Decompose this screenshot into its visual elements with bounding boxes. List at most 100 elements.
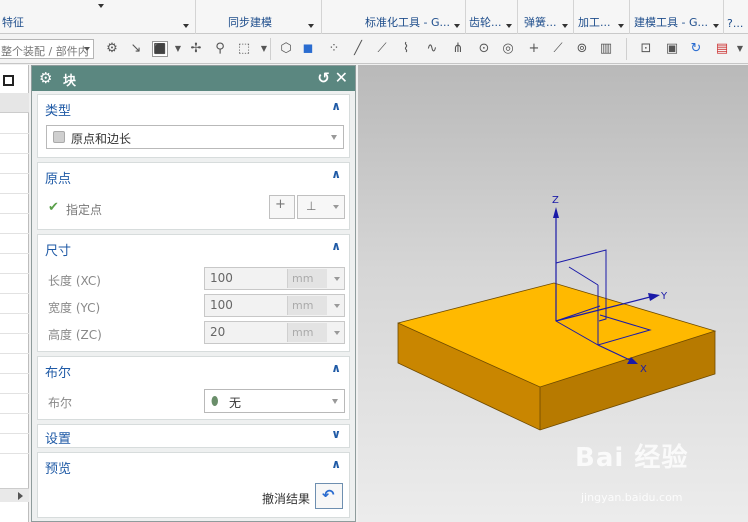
horizontal-scrollbar[interactable] bbox=[0, 488, 29, 502]
chevron-down-icon[interactable] bbox=[618, 24, 624, 28]
point-dialog-button[interactable]: + bbox=[269, 195, 295, 219]
chevron-down-icon[interactable] bbox=[332, 399, 338, 404]
point-on-curve-icon[interactable]: ⟋ bbox=[550, 41, 566, 57]
ribbon-group-label: 标准化工具 - G... bbox=[365, 16, 450, 29]
bounded-point-icon[interactable]: ▥ bbox=[598, 41, 614, 57]
surface-point-icon[interactable]: ⊚ bbox=[574, 41, 590, 57]
type-dropdown[interactable]: 原点和边长 bbox=[46, 125, 344, 149]
navigator-row-divider bbox=[0, 193, 29, 194]
ribbon-group-machining[interactable]: 加工... bbox=[574, 0, 630, 34]
ribbon-group-label: 齿轮... bbox=[469, 16, 502, 29]
window-square-icon[interactable] bbox=[3, 75, 14, 86]
select-face-icon[interactable]: ⚲ bbox=[212, 41, 228, 57]
type-section: 类型 ∧ 原点和边长 bbox=[37, 94, 350, 158]
cube-icon[interactable]: ◼ bbox=[300, 41, 316, 57]
preview-section-header[interactable]: 预览 ∧ bbox=[38, 453, 349, 479]
chevron-down-icon[interactable] bbox=[84, 47, 90, 51]
selection-scope-dropdown[interactable]: 整个装配 / 部件内 bbox=[0, 39, 94, 59]
navigator-row-divider bbox=[0, 413, 29, 414]
tangent-icon[interactable]: ⋔ bbox=[450, 41, 466, 57]
type-section-header[interactable]: 类型 ∧ bbox=[38, 95, 349, 121]
toolbar-divider bbox=[270, 38, 271, 60]
chevron-down-icon[interactable] bbox=[98, 4, 104, 8]
chevron-down-icon[interactable] bbox=[334, 304, 340, 308]
rotate-icon[interactable]: ↻ bbox=[688, 41, 704, 57]
chevron-down-icon[interactable] bbox=[454, 24, 460, 28]
width-field[interactable]: 100 mm bbox=[204, 294, 345, 317]
settings-section-label: 设置 bbox=[45, 432, 72, 447]
length-value: 100 bbox=[210, 271, 233, 285]
navigator-row-divider bbox=[0, 133, 29, 134]
quadrant-icon[interactable]: ◎ bbox=[500, 41, 516, 57]
gear-icon[interactable]: ⚙ bbox=[39, 69, 52, 87]
point-cloud-icon[interactable]: ⁘ bbox=[326, 41, 342, 57]
line-icon[interactable]: ╱ bbox=[350, 41, 366, 57]
snap-gear-icon[interactable]: ⚙ bbox=[104, 41, 120, 57]
fit-view-icon[interactable]: ⊡ bbox=[638, 41, 654, 57]
render-style-icon[interactable]: ▣ bbox=[664, 41, 680, 57]
select-feature-icon[interactable]: ⬛ bbox=[152, 41, 168, 57]
inferred-point-dropdown[interactable]: ⊥ bbox=[297, 195, 345, 219]
part-navigator-panel[interactable] bbox=[0, 65, 29, 522]
navigator-row-divider bbox=[0, 373, 29, 374]
chevron-down-icon[interactable] bbox=[333, 205, 339, 209]
navigator-row-divider bbox=[0, 273, 29, 274]
box-select-icon[interactable]: ⬚ bbox=[236, 41, 252, 57]
layer-icon[interactable]: ▤ bbox=[714, 41, 730, 57]
chevron-down-icon[interactable] bbox=[183, 24, 189, 28]
cross-point-icon[interactable]: + bbox=[526, 41, 542, 57]
graphics-viewport[interactable]: Z Y X bbox=[358, 65, 748, 522]
scroll-right-icon[interactable] bbox=[18, 492, 23, 500]
dialog-title-bar[interactable]: ⚙ 块 ↺ ✕ bbox=[32, 66, 355, 91]
boolean-section-header[interactable]: 布尔 ∧ bbox=[38, 357, 349, 383]
chevron-down-icon[interactable] bbox=[308, 24, 314, 28]
ribbon-group-more[interactable]: ?... bbox=[724, 0, 748, 34]
dimensions-section-header[interactable]: 尺寸 ∧ bbox=[38, 235, 349, 261]
ribbon-group-spring[interactable]: 弹簧... bbox=[518, 0, 574, 34]
undo-result-button[interactable]: ↶ bbox=[315, 483, 343, 509]
z-axis-arrowhead bbox=[553, 207, 559, 218]
circle-center-icon[interactable]: ⊙ bbox=[476, 41, 492, 57]
boolean-dropdown-value: 无 bbox=[229, 396, 242, 410]
chevron-up-icon[interactable]: ∧ bbox=[331, 457, 341, 471]
preview-section-label: 预览 bbox=[45, 462, 72, 477]
ribbon-group-label: 加工... bbox=[578, 16, 611, 29]
height-field[interactable]: 20 mm bbox=[204, 321, 345, 344]
chevron-up-icon[interactable]: ∧ bbox=[331, 239, 341, 253]
snap-arrows-icon[interactable]: ↘ bbox=[128, 41, 144, 57]
origin-section-header[interactable]: 原点 ∧ bbox=[38, 163, 349, 189]
chevron-down-icon[interactable]: ∨ bbox=[331, 427, 341, 441]
chevron-down-icon[interactable] bbox=[713, 24, 719, 28]
ribbon-group-gear[interactable]: 齿轮... bbox=[466, 0, 518, 34]
solid-body-icon[interactable]: ⬡ bbox=[278, 41, 294, 57]
width-label: 宽度 (YC) bbox=[48, 301, 101, 315]
chevron-down-icon[interactable]: ▼ bbox=[170, 41, 186, 57]
chevron-down-icon[interactable] bbox=[562, 24, 568, 28]
ribbon-group-modeling-tools[interactable]: 建模工具 - G... bbox=[630, 0, 724, 34]
ribbon-group-label: 同步建模 bbox=[228, 16, 272, 29]
point-snap-icon[interactable]: ✢ bbox=[188, 41, 204, 57]
reset-icon[interactable]: ↺ bbox=[317, 69, 330, 87]
close-icon[interactable]: ✕ bbox=[335, 68, 348, 87]
watermark-logo-text: Bai 经验 bbox=[575, 443, 689, 473]
ribbon-group-sync-modeling[interactable]: 同步建模 bbox=[196, 0, 322, 34]
chevron-up-icon[interactable]: ∧ bbox=[331, 167, 341, 181]
chevron-up-icon[interactable]: ∧ bbox=[331, 99, 341, 113]
boolean-dropdown[interactable]: ⬮ 无 bbox=[204, 389, 345, 413]
chevron-up-icon[interactable]: ∧ bbox=[331, 361, 341, 375]
line-end-icon[interactable]: ⟋ bbox=[374, 41, 390, 57]
origin-section: 原点 ∧ ✔ 指定点 + ⊥ bbox=[37, 162, 350, 230]
ribbon-group-feature[interactable]: 特征 bbox=[0, 0, 196, 34]
chevron-down-icon[interactable] bbox=[331, 135, 337, 140]
curve-icon[interactable]: ⌇ bbox=[398, 41, 414, 57]
chevron-down-icon[interactable] bbox=[334, 331, 340, 335]
width-unit: mm bbox=[287, 296, 327, 315]
spline-icon[interactable]: ∿ bbox=[424, 41, 440, 57]
settings-section-header[interactable]: 设置 ∨ bbox=[38, 425, 349, 447]
length-field[interactable]: 100 mm bbox=[204, 267, 345, 290]
chevron-down-icon[interactable] bbox=[506, 24, 512, 28]
chevron-down-icon[interactable] bbox=[334, 277, 340, 281]
x-axis-label: X bbox=[640, 364, 647, 375]
chevron-down-icon[interactable]: ▼ bbox=[732, 41, 748, 57]
ribbon-group-standard-tools[interactable]: 标准化工具 - G... bbox=[362, 0, 466, 34]
